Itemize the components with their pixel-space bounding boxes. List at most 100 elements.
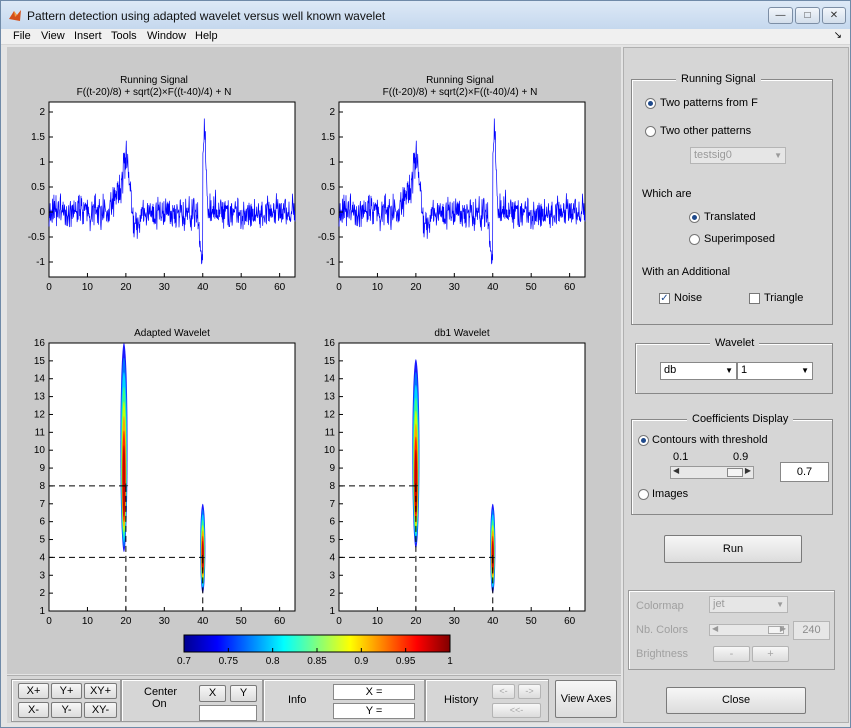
x-tick-label: 0 xyxy=(46,282,52,293)
y-tick-label: 9 xyxy=(39,463,45,474)
y-tick-label: 2 xyxy=(39,107,45,118)
menu-view[interactable]: View xyxy=(41,30,65,42)
y-minus-button[interactable]: Y- xyxy=(51,702,82,718)
plot-title: db1 Wavelet xyxy=(434,328,489,339)
signal-plot-right: Running Signal F((t-20)/8) + sqrt(2)×F((… xyxy=(318,75,586,293)
y-tick-label: 11 xyxy=(325,427,336,438)
two-patterns-label: Two patterns from F xyxy=(660,97,758,109)
x-tick-label: 20 xyxy=(120,282,132,293)
colormap-select[interactable]: jet ▼ xyxy=(709,596,788,613)
threshold-slider[interactable]: ◀ ▶ xyxy=(670,466,754,479)
y-tick-label: 6 xyxy=(329,517,335,528)
y-tick-label: 10 xyxy=(34,445,46,456)
y-tick-label: 13 xyxy=(324,392,336,403)
y-tick-label: 3 xyxy=(329,570,335,581)
axes-box xyxy=(338,342,586,612)
history-back-button[interactable]: <- xyxy=(492,684,515,699)
slider-max-label: 0.9 xyxy=(733,451,749,463)
x-tick-label: 20 xyxy=(410,282,422,293)
xy-plus-button[interactable]: XY+ xyxy=(84,683,117,699)
pattern-select[interactable]: testsig0 ▼ xyxy=(690,147,786,164)
y-readout: Y = xyxy=(333,703,415,719)
y-tick-label: 0 xyxy=(39,207,45,218)
minimize-icon[interactable]: — xyxy=(768,7,793,24)
y-plus-button[interactable]: Y+ xyxy=(51,683,82,699)
y-tick-label: 7 xyxy=(39,499,45,510)
chevron-down-icon: ▼ xyxy=(725,366,733,375)
history-first-button[interactable]: <<- xyxy=(492,703,541,718)
brightness-plus-button[interactable]: + xyxy=(752,646,789,662)
y-tick-label: 4 xyxy=(329,552,335,563)
x-tick-label: 10 xyxy=(372,616,384,627)
x-tick-label: 60 xyxy=(274,282,286,293)
colormap-label: Colormap xyxy=(636,600,684,612)
plots-canvas: Running Signal F((t-20)/8) + sqrt(2)×F((… xyxy=(28,75,586,667)
menu-insert[interactable]: Insert xyxy=(74,30,102,42)
x-minus-button[interactable]: X- xyxy=(18,702,49,718)
signal-plot-left: Running Signal F((t-20)/8) + sqrt(2)×F((… xyxy=(28,75,296,293)
xy-minus-button[interactable]: XY- xyxy=(84,702,117,718)
center-label: Center xyxy=(144,686,178,698)
y-tick-label: 4 xyxy=(39,552,45,563)
slider-right-arrow-icon[interactable]: ▶ xyxy=(780,624,786,633)
slider-thumb[interactable] xyxy=(727,468,743,477)
menu-window[interactable]: Window xyxy=(147,30,186,42)
translated-radio[interactable] xyxy=(689,212,700,223)
y-tick-label: 6 xyxy=(39,517,45,528)
colormap-value: jet xyxy=(713,598,725,610)
two-patterns-radio[interactable] xyxy=(645,98,656,109)
nb-colors-input[interactable]: 240 xyxy=(793,621,830,640)
y-tick-label: 1 xyxy=(39,606,45,617)
images-radio[interactable] xyxy=(638,489,649,500)
center-x-button[interactable]: X xyxy=(199,685,226,702)
colorbar-tick-label: 0.7 xyxy=(177,656,191,667)
slider-left-arrow-icon[interactable]: ◀ xyxy=(712,624,718,633)
dock-arrow-icon[interactable]: ↘ xyxy=(834,30,842,41)
colorbar-tick-label: 0.95 xyxy=(396,656,416,667)
y-tick-label: 0.5 xyxy=(321,182,335,193)
y-tick-label: -0.5 xyxy=(28,232,46,243)
plot-subtitle: F((t-20)/8) + sqrt(2)×F((t-40)/4) + N xyxy=(77,87,232,98)
menu-help[interactable]: Help xyxy=(195,30,218,42)
wavelet-family-select[interactable]: db ▼ xyxy=(660,362,737,380)
y-tick-label: 13 xyxy=(34,392,46,403)
y-tick-label: 1.5 xyxy=(321,132,335,143)
y-tick-label: 12 xyxy=(34,409,46,420)
nb-colors-slider[interactable]: ◀ ▶ xyxy=(709,624,789,636)
close-button[interactable]: Close xyxy=(666,687,806,714)
threshold-input[interactable]: 0.7 xyxy=(780,462,829,482)
brightness-minus-button[interactable]: - xyxy=(713,646,750,662)
noise-checkbox[interactable]: ✓ xyxy=(659,293,670,304)
y-tick-label: 2 xyxy=(329,107,335,118)
nb-colors-label: Nb. Colors xyxy=(636,624,688,636)
close-icon[interactable]: ✕ xyxy=(822,7,846,24)
coef-plot-right: db1 Wavelet ++ 0 10 20 30 40 50 60161514131211… xyxy=(324,328,586,627)
x-plus-button[interactable]: X+ xyxy=(18,683,49,699)
slider-left-arrow-icon[interactable]: ◀ xyxy=(673,466,679,475)
superimposed-radio[interactable] xyxy=(689,234,700,245)
y-tick-label: 9 xyxy=(329,463,335,474)
run-button[interactable]: Run xyxy=(664,535,802,563)
center-y-button[interactable]: Y xyxy=(230,685,257,702)
menu-tools[interactable]: Tools xyxy=(111,30,137,42)
marker-point: + xyxy=(490,552,495,562)
wavelet-family-value: db xyxy=(664,364,677,376)
additional-label: With an Additional xyxy=(642,266,731,278)
other-patterns-radio[interactable] xyxy=(645,126,656,137)
x-tick-label: 40 xyxy=(487,282,499,293)
x-tick-label: 40 xyxy=(487,616,499,627)
marker-point: + xyxy=(200,552,205,562)
maximize-icon[interactable]: □ xyxy=(795,7,820,24)
y-tick-label: 16 xyxy=(34,338,46,349)
history-forward-button[interactable]: -> xyxy=(518,684,541,699)
title-bar[interactable]: Pattern detection using adapted wavelet … xyxy=(1,1,850,29)
slider-right-arrow-icon[interactable]: ▶ xyxy=(745,466,751,475)
history-label: History xyxy=(444,694,479,706)
wavelet-number-select[interactable]: 1 ▼ xyxy=(737,362,813,380)
translated-label: Translated xyxy=(704,211,756,223)
menu-file[interactable]: File xyxy=(13,30,31,42)
view-axes-button[interactable]: View Axes xyxy=(555,680,617,718)
contours-radio[interactable] xyxy=(638,435,649,446)
triangle-checkbox[interactable] xyxy=(749,293,760,304)
marker-point: + xyxy=(123,481,128,491)
